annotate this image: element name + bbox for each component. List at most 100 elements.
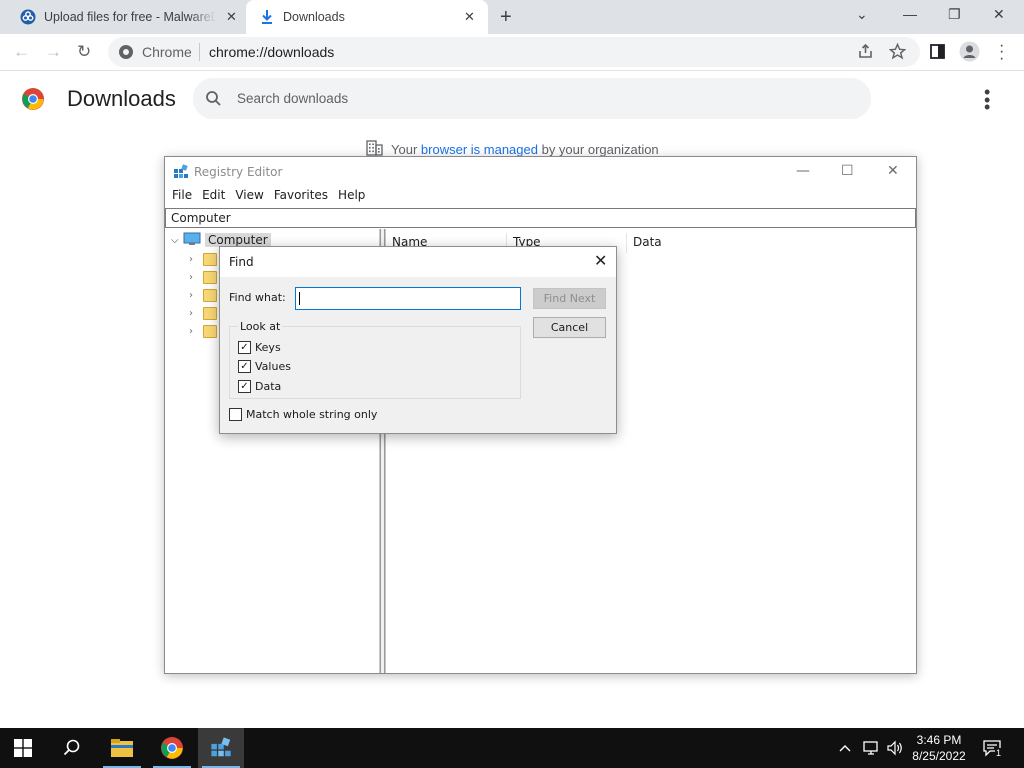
start-button[interactable]: [0, 728, 46, 768]
volume-icon[interactable]: [886, 728, 904, 768]
checkbox-unchecked-icon: [229, 408, 242, 421]
values-checkbox[interactable]: ✓ Values: [238, 360, 291, 373]
search-downloads-input[interactable]: Search downloads: [193, 78, 871, 119]
share-icon[interactable]: [857, 43, 874, 65]
regedit-title: Registry Editor: [194, 165, 283, 179]
bookmark-star-icon[interactable]: [888, 42, 907, 65]
menu-file[interactable]: File: [172, 188, 192, 208]
close-tab-icon[interactable]: ✕: [226, 9, 237, 25]
tab-malwaredatabase[interactable]: Upload files for free - MalwareDatabase …: [0, 0, 248, 34]
taskbar: 3:46 PM 8/25/2022 1: [0, 728, 1024, 768]
tab-downloads[interactable]: Downloads ✕: [246, 0, 488, 34]
match-whole-label: Match whole string only: [246, 408, 378, 421]
profile-avatar-icon[interactable]: [959, 41, 980, 67]
close-icon[interactable]: ✕: [594, 251, 607, 270]
back-icon[interactable]: ←: [13, 42, 30, 62]
column-header-data[interactable]: Data: [627, 233, 827, 253]
notification-count: 1: [995, 748, 1003, 758]
system-clock[interactable]: 3:46 PM 8/25/2022: [906, 732, 972, 764]
minimize-icon[interactable]: —: [796, 163, 810, 179]
chevron-right-icon[interactable]: ›: [189, 326, 203, 337]
keys-checkbox[interactable]: ✓ Keys: [238, 341, 281, 354]
reload-icon[interactable]: ↻: [77, 42, 91, 62]
search-placeholder: Search downloads: [237, 91, 349, 106]
menu-favorites[interactable]: Favorites: [274, 188, 328, 208]
menu-edit[interactable]: Edit: [202, 188, 225, 208]
find-what-label: Find what:: [229, 291, 286, 304]
look-at-group: Look at ✓ Keys ✓ Values ✓ Data: [229, 320, 521, 399]
chevron-right-icon[interactable]: ›: [189, 272, 203, 283]
taskbar-registry-editor[interactable]: [198, 728, 244, 768]
cancel-button[interactable]: Cancel: [533, 317, 606, 338]
close-tab-icon[interactable]: ✕: [464, 9, 475, 25]
folder-icon: [203, 288, 217, 302]
regedit-titlebar[interactable]: Registry Editor — ☐ ✕: [165, 157, 916, 187]
chrome-site-icon: [118, 44, 134, 65]
computer-icon: [183, 232, 201, 249]
chevron-up-icon: [839, 745, 851, 752]
managed-suffix: by your organization: [541, 142, 659, 157]
chrome-icon: [161, 737, 183, 759]
tree-item-folder[interactable]: ›: [189, 269, 217, 285]
checkbox-checked-icon: ✓: [238, 341, 251, 354]
clock-date: 8/25/2022: [912, 749, 966, 763]
search-button[interactable]: [49, 728, 95, 768]
tab-strip: Upload files for free - MalwareDatabase …: [0, 0, 1024, 34]
search-icon: [63, 739, 80, 756]
keys-label: Keys: [255, 341, 281, 354]
checkbox-checked-icon: ✓: [238, 360, 251, 373]
chrome-menu-icon[interactable]: · · ·: [999, 37, 1004, 66]
maximize-icon[interactable]: ☐: [841, 163, 854, 179]
network-icon[interactable]: [862, 728, 880, 768]
chip-separator: [199, 43, 200, 61]
tab-search-chevron-icon[interactable]: ⌄: [856, 6, 868, 23]
chevron-down-icon[interactable]: ⌵: [171, 235, 183, 246]
values-label: Values: [255, 360, 291, 373]
address-bar[interactable]: Chrome chrome://downloads: [108, 37, 920, 67]
folder-icon: [203, 324, 217, 338]
notification-center-icon[interactable]: 1: [982, 728, 1003, 768]
tab-title: Upload files for free - MalwareDatabase: [44, 10, 216, 24]
restore-icon[interactable]: ❐: [948, 6, 961, 23]
tree-item-folder[interactable]: ›: [189, 287, 217, 303]
tree-item-label: Computer: [205, 233, 271, 247]
side-panel-icon[interactable]: [929, 43, 946, 65]
find-titlebar[interactable]: Find ✕: [220, 247, 616, 277]
managed-link[interactable]: browser is managed: [421, 142, 538, 157]
chevron-right-icon[interactable]: ›: [189, 308, 203, 319]
regedit-icon: [173, 164, 189, 184]
new-tab-icon[interactable]: +: [500, 6, 512, 29]
data-checkbox[interactable]: ✓ Data: [238, 380, 281, 393]
show-hidden-icons[interactable]: [838, 728, 852, 768]
tree-item-folder[interactable]: ›: [189, 323, 217, 339]
regedit-menubar: File Edit View Favorites Help: [165, 188, 368, 208]
download-icon: [260, 9, 274, 28]
find-what-input[interactable]: [295, 287, 521, 310]
taskbar-chrome[interactable]: [149, 728, 195, 768]
menu-view[interactable]: View: [235, 188, 263, 208]
folder-icon: [111, 739, 133, 757]
tree-item-folder[interactable]: ›: [189, 251, 217, 267]
folder-icon: [203, 252, 217, 266]
folder-icon: [203, 270, 217, 284]
taskbar-file-explorer[interactable]: [99, 728, 145, 768]
minimize-icon[interactable]: —: [903, 6, 917, 22]
chevron-right-icon[interactable]: ›: [189, 290, 203, 301]
browser-toolbar: ← → ↻ Chrome chrome://downloads · · ·: [0, 34, 1024, 71]
chevron-right-icon[interactable]: ›: [189, 254, 203, 265]
find-next-button[interactable]: Find Next: [533, 288, 606, 309]
tab-title: Downloads: [283, 10, 345, 24]
url-text: chrome://downloads: [209, 44, 335, 60]
menu-help[interactable]: Help: [338, 188, 365, 208]
find-title: Find: [229, 255, 254, 269]
regedit-address-bar[interactable]: Computer: [165, 208, 916, 228]
checkbox-checked-icon: ✓: [238, 380, 251, 393]
downloads-more-icon[interactable]: • • •: [984, 83, 990, 116]
match-whole-string-checkbox[interactable]: Match whole string only: [229, 408, 377, 421]
close-icon[interactable]: ✕: [887, 163, 899, 179]
find-dialog: Find ✕ Find what: Find Next Cancel Look …: [219, 246, 617, 434]
folder-icon: [203, 306, 217, 320]
forward-icon[interactable]: →: [45, 42, 62, 62]
close-window-icon[interactable]: ✕: [993, 6, 1005, 23]
tree-item-folder[interactable]: ›: [189, 305, 217, 321]
